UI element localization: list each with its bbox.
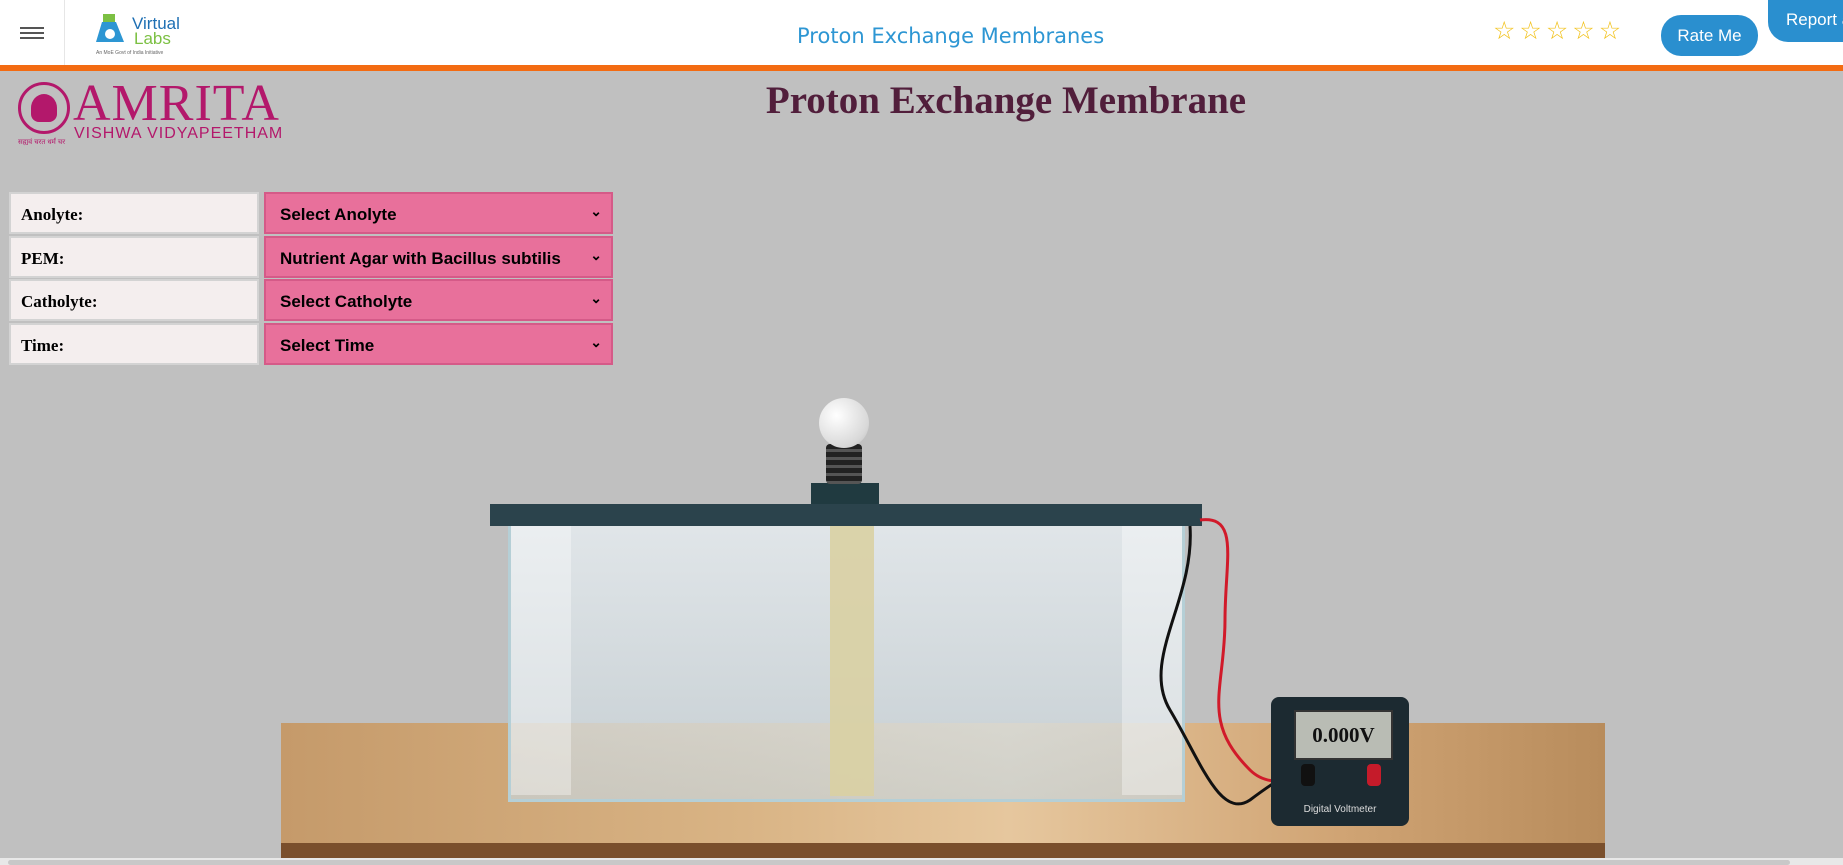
star-icon[interactable]: ☆ [1546, 18, 1568, 45]
catholyte-select[interactable]: Select Catholyte ⌄ [264, 279, 613, 321]
pem-label: PEM: [9, 236, 259, 278]
voltmeter-reading: 0.000V [1294, 710, 1393, 760]
star-icon[interactable]: ☆ [1572, 18, 1594, 45]
report-button[interactable]: Report a [1768, 0, 1843, 42]
time-select[interactable]: Select Time ⌄ [264, 323, 613, 365]
red-terminal [1367, 764, 1381, 786]
chevron-down-icon: ⌄ [590, 247, 602, 263]
tank-left-wall [511, 525, 571, 795]
amrita-motto: सह्यवं चरत धर्मं चर [18, 139, 66, 146]
time-row: Time: Select Time ⌄ [9, 323, 613, 365]
tank-right-wall [1122, 525, 1182, 795]
flask-icon [96, 14, 124, 42]
lab-table-edge [281, 843, 1605, 858]
light-bulb-icon [819, 398, 869, 448]
rating-stars[interactable]: ☆ ☆ ☆ ☆ ☆ [1493, 18, 1621, 45]
hamburger-menu-icon[interactable] [0, 0, 65, 65]
page-title: Proton Exchange Membrane [765, 79, 1247, 122]
voltmeter-label: Digital Voltmeter [1303, 804, 1377, 815]
app-title: Proton Exchange Membranes [797, 24, 1105, 48]
chevron-down-icon: ⌄ [590, 203, 602, 219]
tank-lid [490, 504, 1202, 526]
pem-row: PEM: Nutrient Agar with Bacillus subtili… [9, 236, 613, 278]
anolyte-label: Anolyte: [9, 192, 259, 234]
pem-select[interactable]: Nutrient Agar with Bacillus subtilis ⌄ [264, 236, 613, 278]
anolyte-select[interactable]: Select Anolyte ⌄ [264, 192, 613, 234]
bulb-socket [826, 444, 862, 484]
proton-exchange-membrane [830, 526, 874, 796]
anolyte-row: Anolyte: Select Anolyte ⌄ [9, 192, 613, 234]
star-icon[interactable]: ☆ [1519, 18, 1541, 45]
star-icon[interactable]: ☆ [1493, 18, 1515, 45]
amrita-subtitle: VISHWA VIDYAPEETHAM [74, 125, 284, 142]
top-navbar: Virtual Labs An MoE Govt of India Initia… [0, 0, 1843, 71]
catholyte-label: Catholyte: [9, 279, 259, 321]
virtual-labs-logo[interactable]: Virtual Labs An MoE Govt of India Initia… [94, 10, 184, 58]
bulb-holder [811, 483, 879, 504]
chevron-down-icon: ⌄ [590, 290, 602, 306]
logo-tagline: An MoE Govt of India Initiative [96, 50, 164, 56]
logo-name-2: Labs [134, 29, 171, 48]
catholyte-row: Catholyte: Select Catholyte ⌄ [9, 279, 613, 321]
rate-me-button[interactable]: Rate Me [1661, 15, 1758, 56]
scrollbar-thumb[interactable] [8, 860, 1790, 865]
star-icon[interactable]: ☆ [1599, 18, 1621, 45]
chevron-down-icon: ⌄ [590, 334, 602, 350]
black-terminal [1301, 764, 1315, 786]
time-label: Time: [9, 323, 259, 365]
